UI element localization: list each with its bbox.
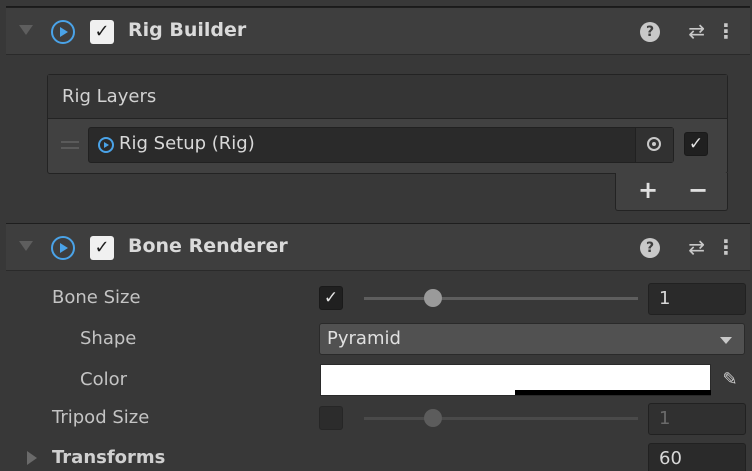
- tripod-size-field: 1: [648, 403, 746, 435]
- foldout-arrow-icon[interactable]: [19, 25, 33, 35]
- bone-size-checkbox[interactable]: ✓: [319, 286, 343, 310]
- eyedropper-icon[interactable]: ✎: [716, 364, 744, 396]
- list-footer: + −: [615, 173, 728, 211]
- transforms-count-field[interactable]: 60: [648, 443, 746, 471]
- rig-object-field[interactable]: Rig Setup (Rig): [88, 127, 674, 163]
- tripod-size-label: Tripod Size: [52, 407, 150, 428]
- color-swatch[interactable]: [320, 364, 711, 396]
- tripod-size-slider-track: [364, 417, 638, 420]
- kebab-menu-icon[interactable]: ⋮: [716, 235, 736, 259]
- shape-value: Pyramid: [327, 328, 401, 349]
- tripod-size-checkbox[interactable]: [319, 406, 343, 430]
- remove-layer-button[interactable]: −: [688, 176, 708, 204]
- component-title: Rig Builder: [128, 19, 247, 41]
- component-title: Bone Renderer: [128, 235, 288, 257]
- bone-renderer-header[interactable]: ✓ Bone Renderer ? ⇄ ⋮: [6, 223, 750, 271]
- kebab-menu-icon[interactable]: ⋮: [716, 19, 736, 43]
- rig-builder-enable-checkbox[interactable]: ✓: [90, 20, 114, 44]
- alpha-bar: [515, 390, 711, 395]
- shape-label: Shape: [80, 328, 137, 349]
- rig-object-label: Rig Setup (Rig): [119, 133, 255, 154]
- transforms-label[interactable]: Transforms: [52, 447, 165, 468]
- help-icon[interactable]: ?: [640, 22, 660, 42]
- object-picker-icon[interactable]: [635, 128, 673, 162]
- drag-handle-icon[interactable]: [61, 141, 79, 149]
- transforms-foldout-icon[interactable]: [27, 451, 37, 465]
- script-icon: [98, 137, 114, 153]
- bone-size-label: Bone Size: [52, 287, 141, 308]
- list-item[interactable]: Rig Setup (Rig) ✓: [48, 119, 727, 174]
- rig-builder-header[interactable]: ✓ Rig Builder ? ⇄ ⋮: [6, 7, 750, 55]
- bone-size-slider-track[interactable]: [364, 297, 638, 300]
- script-icon: [51, 236, 75, 260]
- help-icon[interactable]: ?: [640, 238, 660, 258]
- layer-active-checkbox[interactable]: ✓: [684, 132, 708, 156]
- bone-size-slider-handle[interactable]: [424, 289, 443, 307]
- bone-renderer-enable-checkbox[interactable]: ✓: [90, 236, 114, 260]
- rig-layers-list: Rig Layers Rig Setup (Rig) ✓: [47, 74, 728, 174]
- presets-icon[interactable]: ⇄: [688, 19, 705, 43]
- list-header: Rig Layers: [48, 75, 727, 119]
- color-label: Color: [80, 369, 127, 390]
- chevron-down-icon: [720, 337, 732, 344]
- script-icon: [51, 20, 75, 44]
- presets-icon[interactable]: ⇄: [688, 235, 705, 259]
- shape-dropdown[interactable]: Pyramid: [319, 323, 745, 355]
- add-layer-button[interactable]: +: [638, 176, 658, 204]
- bone-size-field[interactable]: 1: [648, 283, 746, 315]
- foldout-arrow-icon[interactable]: [19, 241, 33, 251]
- tripod-size-slider-handle: [424, 409, 443, 427]
